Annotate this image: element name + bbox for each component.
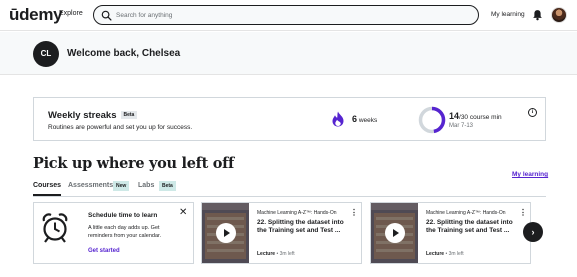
streak-title-text: Weekly streaks <box>48 110 117 121</box>
alarm-clock-icon <box>42 213 68 243</box>
course-thumbnail[interactable] <box>371 203 418 263</box>
section-heading: Pick up where you left off <box>33 155 234 172</box>
schedule-title: Schedule time to learn <box>88 212 158 219</box>
welcome-banner: CL Welcome back, Chelsea <box>0 32 577 75</box>
more-options-icon[interactable]: ⋮ <box>519 209 527 217</box>
avatar[interactable]: CL <box>33 41 59 67</box>
search-bar[interactable]: Search for anything <box>93 5 479 25</box>
labs-beta-badge: Beta <box>159 181 176 191</box>
flame-icon <box>332 111 344 127</box>
course-thumbnail[interactable] <box>202 203 249 263</box>
course-minutes-goal: /30 course min <box>459 114 502 121</box>
my-learning-link[interactable]: My learning <box>512 171 548 178</box>
course-progress-fill <box>371 263 460 264</box>
beta-badge: Beta <box>120 111 138 119</box>
lecture-meta: Lecture • 3m left <box>257 251 295 257</box>
streak-date-range: Mar 7-13 <box>449 123 474 129</box>
new-badge: New <box>113 181 130 191</box>
time-left: • 3m left <box>444 251 464 257</box>
close-icon[interactable]: ✕ <box>179 208 187 218</box>
streak-weeks-value: 6 <box>352 114 358 124</box>
streak-weeks-label: weeks <box>358 117 378 124</box>
info-icon[interactable]: i <box>528 108 537 117</box>
schedule-card: Schedule time to learn A little each day… <box>33 202 194 264</box>
time-left: • 3m left <box>275 251 295 257</box>
course-minutes-progress-ring <box>418 106 446 134</box>
streak-weeks: 6 weeks <box>352 114 377 124</box>
tab-courses[interactable]: Courses <box>33 182 62 196</box>
lecture-title[interactable]: 22. Splitting the dataset into the Train… <box>426 219 521 235</box>
lecture-title[interactable]: 22. Splitting the dataset into the Train… <box>257 219 352 235</box>
top-navbar: ūdemy Explore Search for anything My lea… <box>0 0 577 31</box>
tab-labs[interactable]: Labs <box>138 182 154 189</box>
course-name: Machine Learning A-Z™: Hands-On <box>257 210 337 216</box>
search-input[interactable]: Search for anything <box>116 12 172 19</box>
streak-subtitle: Routines are powerful and set you up for… <box>48 124 193 131</box>
bell-icon[interactable] <box>532 9 543 21</box>
udemy-logo[interactable]: ūdemy <box>9 5 63 25</box>
more-options-icon[interactable]: ⋮ <box>350 209 358 217</box>
course-minutes-done: 14 <box>449 111 460 121</box>
weekly-streak-card: Weekly streaks Beta Routines are powerful… <box>33 97 546 141</box>
lecture-label: Lecture <box>426 251 445 257</box>
schedule-body: A little each day adds up. Get reminders… <box>88 225 162 239</box>
user-avatar[interactable] <box>551 7 567 23</box>
tab-assessments[interactable]: Assessments <box>68 182 113 189</box>
course-card[interactable]: Machine Learning A-Z™: Hands-On 22. Spli… <box>201 202 362 264</box>
course-progress-bar <box>202 263 362 264</box>
lecture-label: Lecture <box>257 251 276 257</box>
lecture-meta: Lecture • 3m left <box>426 251 464 257</box>
course-card[interactable]: Machine Learning A-Z™: Hands-On 22. Spli… <box>370 202 531 264</box>
course-progress-bar <box>371 263 531 264</box>
search-icon[interactable] <box>101 10 112 21</box>
my-learning-nav-link[interactable]: My learning <box>491 11 525 18</box>
play-icon[interactable] <box>385 223 405 243</box>
welcome-heading: Welcome back, Chelsea <box>67 48 181 59</box>
course-name: Machine Learning A-Z™: Hands-On <box>426 210 506 216</box>
course-progress-fill <box>202 263 291 264</box>
explore-link[interactable]: Explore <box>59 10 83 17</box>
play-icon[interactable] <box>216 223 236 243</box>
streak-title: Weekly streaks Beta <box>48 110 138 121</box>
course-minutes: 14/30 course min <box>449 111 502 121</box>
get-started-link[interactable]: Get started <box>88 248 120 254</box>
carousel-next-button[interactable]: › <box>523 222 543 242</box>
tabs-divider <box>33 196 546 197</box>
